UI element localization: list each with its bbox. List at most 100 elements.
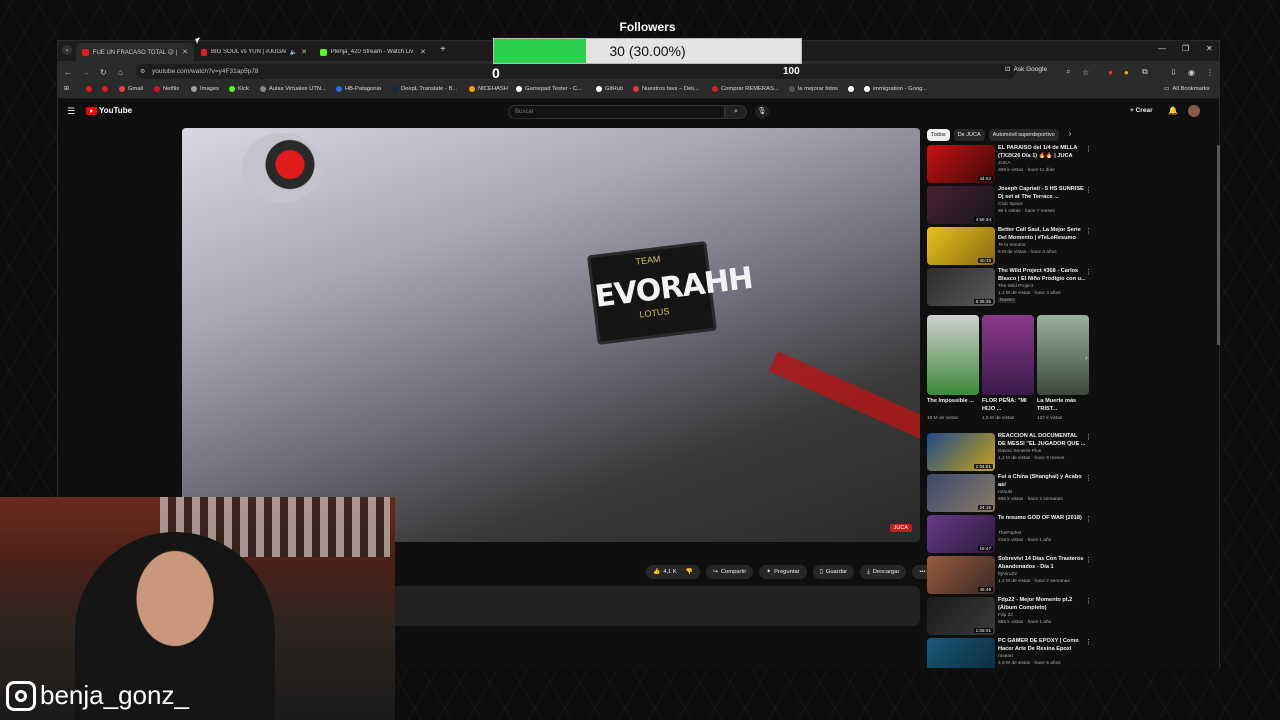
channel-name[interactable]: roseart bbox=[998, 654, 1013, 659]
like-button[interactable]: 👍 4,1 K 👎 bbox=[646, 565, 700, 579]
channel-name[interactable]: ThePophet bbox=[998, 531, 1021, 536]
bookmark-youtube-icon[interactable] bbox=[102, 86, 108, 92]
home-icon[interactable]: ⌂ bbox=[118, 68, 123, 77]
avatar[interactable] bbox=[1188, 105, 1200, 117]
video-title[interactable]: PC GAMER DE EPOXY | Como Hacer Arte De R… bbox=[998, 638, 1086, 653]
profile-avatar-icon[interactable]: ◉ bbox=[1188, 68, 1195, 77]
chevron-right-icon[interactable]: › bbox=[1069, 129, 1072, 141]
recommendation-item[interactable]: 40:13 Better Call Saul, La Mejor Serie D… bbox=[927, 227, 1097, 267]
zoom-icon[interactable]: ⌕ bbox=[1066, 67, 1070, 77]
bookmark-fotos[interactable]: la mejorar fotos bbox=[789, 86, 838, 92]
youtube-logo[interactable]: YouTube bbox=[86, 106, 132, 115]
recommendation-item[interactable]: 24:15 Fui a China (Shanghai) y Acabo así… bbox=[927, 474, 1097, 514]
hamburger-menu-icon[interactable]: ☰ bbox=[67, 106, 75, 117]
bookmark-images[interactable]: Images bbox=[191, 86, 219, 92]
thumbnail[interactable]: 1:05:01 bbox=[927, 597, 995, 635]
short-title[interactable]: La Muerte más TRIST... bbox=[1037, 398, 1087, 413]
speaker-icon[interactable]: 🔈 bbox=[290, 49, 297, 56]
page-scrollbar[interactable] bbox=[1217, 145, 1220, 345]
more-options-icon[interactable]: ⋮ bbox=[1085, 145, 1092, 153]
downloads-icon[interactable]: ⇩ bbox=[1170, 68, 1177, 77]
browser-menu-icon[interactable]: ⋮ bbox=[1206, 68, 1214, 77]
video-title[interactable]: REACCION AL DOCUMENTAL DE MESSI "EL JUGA… bbox=[998, 433, 1086, 448]
bookmark-star-icon[interactable]: ☆ bbox=[1082, 68, 1089, 77]
channel-watermark[interactable]: JUCA bbox=[889, 524, 912, 532]
back-icon[interactable]: ← bbox=[64, 68, 72, 77]
more-options-icon[interactable]: ⋮ bbox=[1085, 556, 1092, 564]
thumbnail[interactable] bbox=[927, 638, 995, 668]
recommendation-item[interactable]: 6:25:35 The Wild Project #368 - Carlos B… bbox=[927, 268, 1097, 308]
more-options-icon[interactable]: ⋮ bbox=[1085, 227, 1092, 235]
recommendation-item[interactable]: PC GAMER DE EPOXY | Como Hacer Arte De R… bbox=[927, 638, 1097, 668]
bookmark-remeras[interactable]: Comprar REMERAS... bbox=[712, 86, 779, 92]
channel-name[interactable]: byViruZz bbox=[998, 572, 1017, 577]
tab-0[interactable]: FUE UN FRACASO TOTAL 😥 | ✕ bbox=[76, 43, 194, 61]
close-tab-icon[interactable]: ✕ bbox=[420, 48, 426, 56]
bookmark-kick[interactable]: Kick bbox=[229, 86, 249, 92]
tab-2[interactable]: Plenja_420 Stream - Watch Liv ✕ bbox=[314, 43, 432, 61]
new-tab-icon[interactable]: + bbox=[440, 44, 446, 55]
thumbnail[interactable]: 44:52 bbox=[927, 145, 995, 183]
bookmark-aulas[interactable]: Aulas Virtuales UTN... bbox=[260, 86, 326, 92]
share-button[interactable]: ↪ Compartir bbox=[705, 565, 754, 579]
chip-supercar[interactable]: Automóvil superdeportivo bbox=[988, 129, 1059, 141]
video-title[interactable]: Fui a China (Shanghai) y Acabo así bbox=[998, 474, 1086, 489]
save-button[interactable]: ▯ Guardar bbox=[812, 565, 855, 579]
bookmark-youtube-icon[interactable] bbox=[86, 86, 92, 92]
minimize-icon[interactable]: — bbox=[1158, 44, 1166, 53]
channel-name[interactable]: Club Space bbox=[998, 202, 1023, 207]
video-title[interactable]: Fdp22 - Mejor Momento pt.2 (Álbum Comple… bbox=[998, 597, 1086, 612]
ask-button[interactable]: ✦ Preguntar bbox=[759, 565, 807, 579]
bookmark-hb[interactable]: HB-Patagonia bbox=[336, 86, 381, 92]
chip-all[interactable]: Todos bbox=[927, 129, 950, 141]
extension-icon[interactable]: ● bbox=[1124, 68, 1129, 77]
channel-name[interactable]: Fdp 22 bbox=[998, 613, 1013, 618]
thumbnail[interactable]: 6:25:35 bbox=[927, 268, 995, 306]
close-window-icon[interactable]: ✕ bbox=[1206, 44, 1213, 53]
chevron-right-icon[interactable]: › bbox=[1085, 353, 1088, 362]
forward-icon[interactable]: → bbox=[82, 68, 90, 77]
thumbnail[interactable]: 40:13 bbox=[927, 227, 995, 265]
download-button[interactable]: ⤓ Descargar bbox=[860, 565, 907, 579]
apps-grid-icon[interactable]: ⊞ bbox=[64, 86, 69, 92]
channel-name[interactable]: Te lo resumo bbox=[998, 243, 1025, 248]
thumbnail[interactable]: 18:47 bbox=[927, 515, 995, 553]
extension-icon[interactable]: ● bbox=[1108, 68, 1113, 77]
video-title[interactable]: Joseph Capriati - 5 HS SUNRISE Dj set at… bbox=[998, 186, 1086, 201]
bookmark-favs[interactable]: Nuestros favs – Deli... bbox=[633, 86, 699, 92]
thumbnail[interactable]: 4:59:34 bbox=[927, 186, 995, 224]
video-title[interactable]: Better Call Saul, La Mejor Serie Del Mom… bbox=[998, 227, 1086, 242]
more-options-icon[interactable]: ⋮ bbox=[1085, 638, 1092, 646]
thumbs-down-icon[interactable]: 👎 bbox=[686, 569, 693, 575]
bookmark-nicehash[interactable]: NICEHASH bbox=[469, 86, 508, 92]
recommendation-item[interactable]: 45:49 Sobreviví 14 Días Con Trasteros Ab… bbox=[927, 556, 1097, 596]
all-bookmarks-button[interactable]: ▭ All Bookmarks bbox=[1164, 86, 1210, 92]
chip-from-channel[interactable]: De JUCA bbox=[953, 129, 985, 141]
video-title[interactable]: Te resumo GOD OF WAR (2018) bbox=[998, 515, 1086, 523]
channel-name[interactable]: Davoo Xeneize Plus bbox=[998, 449, 1041, 454]
close-tab-icon[interactable]: ✕ bbox=[182, 48, 188, 56]
tab-1[interactable]: BIG SOUL vs YUN | #JUGAR 🔈 ✕ bbox=[195, 43, 313, 61]
short-thumbnail[interactable] bbox=[1037, 315, 1089, 395]
reload-icon[interactable]: ↻ bbox=[100, 68, 107, 77]
notifications-bell-icon[interactable]: 🔔 bbox=[1168, 106, 1178, 115]
video-title[interactable]: Sobreviví 14 Días Con Trasteros Abandona… bbox=[998, 556, 1086, 571]
more-options-icon[interactable]: ⋮ bbox=[1085, 474, 1092, 482]
close-tab-icon[interactable]: ✕ bbox=[301, 48, 307, 56]
channel-name[interactable]: JUCA bbox=[998, 161, 1011, 166]
maximize-icon[interactable]: ❐ bbox=[1182, 44, 1189, 53]
recommendation-item[interactable]: 1:05:01 Fdp22 - Mejor Momento pt.2 (Álbu… bbox=[927, 597, 1097, 637]
bookmark-github[interactable]: GitHub bbox=[596, 86, 623, 92]
thumbnail[interactable]: 1:04:51 bbox=[927, 433, 995, 471]
short-thumbnail[interactable] bbox=[927, 315, 979, 395]
more-options-icon[interactable]: ⋮ bbox=[1085, 433, 1092, 441]
bookmark-blank[interactable] bbox=[848, 86, 854, 92]
more-options-icon[interactable]: ⋮ bbox=[1085, 268, 1092, 276]
bookmark-immigration[interactable]: immigration - Goog... bbox=[864, 86, 927, 92]
video-title[interactable]: EL PARAÍSO del 1/4 de MILLA (TX2K26 Día … bbox=[998, 145, 1086, 160]
more-options-icon[interactable]: ⋮ bbox=[1085, 597, 1092, 605]
thumbnail[interactable]: 45:49 bbox=[927, 556, 995, 594]
more-options-icon[interactable]: ⋮ bbox=[1085, 186, 1092, 194]
tab-search-icon[interactable]: ⌄ bbox=[62, 45, 72, 55]
recommendation-item[interactable]: 44:52 EL PARAÍSO del 1/4 de MILLA (TX2K2… bbox=[927, 145, 1097, 185]
